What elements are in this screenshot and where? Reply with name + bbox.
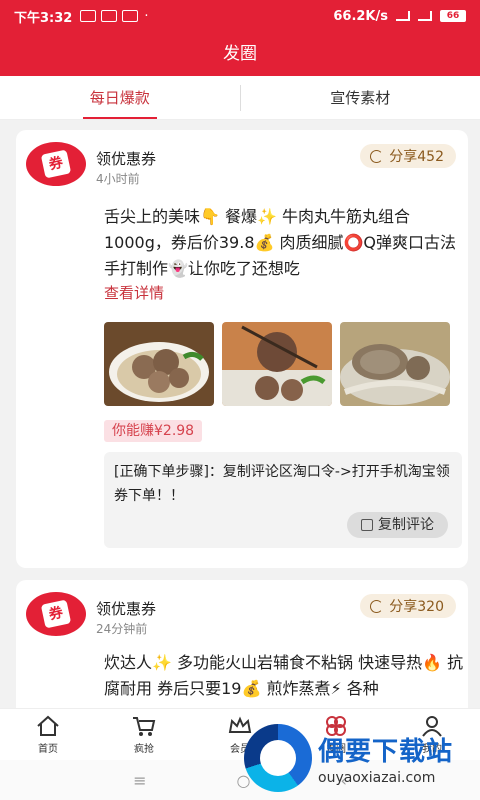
coupon-tag-icon: 券 xyxy=(40,149,72,179)
watermark-cn: 偶要下载站 xyxy=(318,736,454,767)
share-button[interactable]: 分享320 xyxy=(360,594,456,618)
post-text: 炊达人✨ 多功能火山岩辅食不粘锅 快速导热🔥 抗腐耐用 券后只要19💰 煎炸蒸煮… xyxy=(104,653,464,698)
share-icon xyxy=(370,599,384,613)
watermark-text: 偶要下载站 ouyaoxiazai.com xyxy=(318,731,453,786)
tab-promo-material[interactable]: 宣传素材 xyxy=(241,76,480,119)
nav-home[interactable]: 首页 xyxy=(0,709,96,760)
coupon-logo-icon: 券 xyxy=(26,142,86,186)
cart-icon xyxy=(133,717,156,736)
post-time: 4小时前 xyxy=(96,172,140,186)
dot-icon: · xyxy=(144,8,149,24)
post-image[interactable] xyxy=(340,322,450,406)
post-author: 领优惠券 xyxy=(96,600,157,618)
battery-icon: 66 xyxy=(440,10,466,22)
post-images xyxy=(104,322,450,406)
site-watermark: 偶要下载站 ouyaoxiazai.com xyxy=(244,720,480,796)
status-time: 下午3:32 xyxy=(14,10,73,26)
order-steps-text: [正确下单步骤]：复制评论区淘口令->打开手机淘宝领券下单！！ xyxy=(114,464,450,504)
network-speed: 66.2K/s xyxy=(333,8,388,24)
notification-icon xyxy=(101,10,118,22)
page-title: 发圈 xyxy=(0,32,480,76)
nav-home-label: 首页 xyxy=(38,744,58,755)
signal-icon xyxy=(396,11,410,21)
earn-badge: 你能赚¥2.98 xyxy=(104,420,203,442)
post-text: 舌尖上的美味👇 餐爆✨ 牛肉丸牛筋丸组合1000g，券后价39.8💰 肉质细腻⭕… xyxy=(104,207,457,278)
copy-comment-label: 复制评论 xyxy=(378,517,434,533)
share-label: 分享320 xyxy=(389,599,444,615)
nav-rush-label: 疯抢 xyxy=(134,744,154,755)
coupon-logo-icon: 券 xyxy=(26,592,86,636)
status-notification-icons xyxy=(80,10,139,22)
notification-icon xyxy=(80,10,97,22)
post-time: 24分钟前 xyxy=(96,622,148,636)
share-button[interactable]: 分享452 xyxy=(360,144,456,168)
post-author: 领优惠券 xyxy=(96,150,157,168)
post-card: 券 领优惠券 4小时前 分享452 舌尖上的美味👇 餐爆✨ 牛肉丸牛筋丸组合10… xyxy=(16,130,468,568)
watermark-logo-icon xyxy=(244,724,312,792)
signal-icon xyxy=(418,11,432,21)
post-card: 券 领优惠券 24分钟前 分享320 炊达人✨ 多功能火山岩辅食不粘锅 快速导热… xyxy=(16,580,468,720)
post-image[interactable] xyxy=(104,322,214,406)
nav-rush[interactable]: 疯抢 xyxy=(96,709,192,760)
status-bar: 下午3:32 · 66.2K/s 66 xyxy=(0,0,480,32)
watermark-en: ouyaoxiazai.com xyxy=(318,769,436,786)
status-right: 66.2K/s 66 xyxy=(333,9,466,24)
tab-bar: 每日爆款 宣传素材 xyxy=(0,76,480,120)
copy-icon xyxy=(361,519,373,531)
share-icon xyxy=(370,149,384,163)
home-icon xyxy=(37,715,59,736)
copy-comment-button[interactable]: 复制评论 xyxy=(347,512,448,538)
system-menu-button[interactable]: ≡ xyxy=(133,771,146,790)
share-label: 分享452 xyxy=(389,149,444,165)
notification-icon xyxy=(122,10,139,22)
view-detail-link[interactable]: 查看详情 xyxy=(104,282,164,303)
tab-daily-hot[interactable]: 每日爆款 xyxy=(0,76,240,119)
post-image[interactable] xyxy=(222,322,332,406)
order-steps-box: [正确下单步骤]：复制评论区淘口令->打开手机淘宝领券下单！！ 复制评论 xyxy=(104,452,462,548)
coupon-tag-icon: 券 xyxy=(40,599,72,629)
